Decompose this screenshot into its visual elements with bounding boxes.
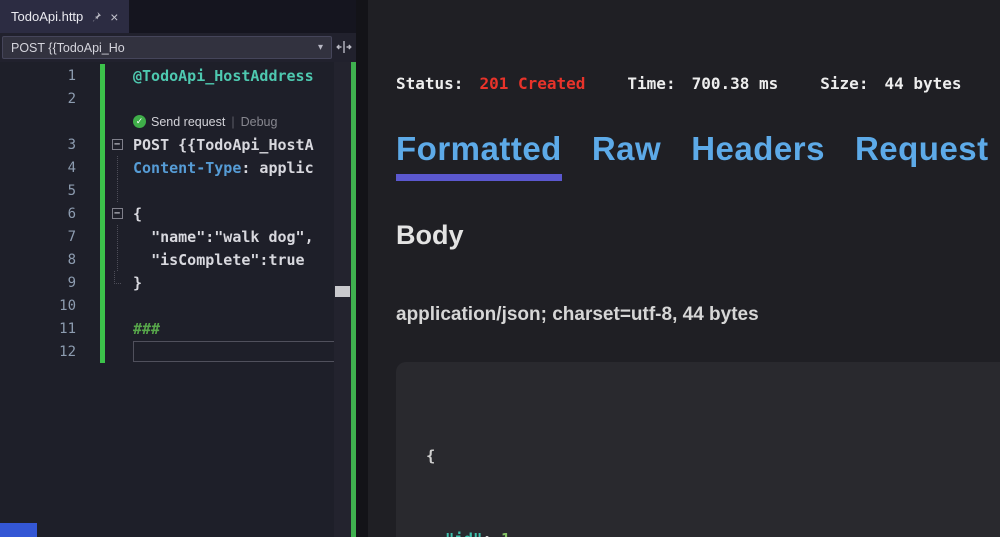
- editor-line: 5: [0, 179, 334, 202]
- chevron-down-icon: ▾: [318, 42, 323, 53]
- vs-window: TodoApi.http × POST {{TodoApi_Ho ▾: [0, 0, 1000, 537]
- response-pane: Status: 201 Created Time: 700.38 ms Size…: [368, 0, 1000, 537]
- debug-link[interactable]: Debug: [241, 115, 278, 129]
- change-bar: [100, 225, 105, 248]
- adorn-separator: |: [231, 115, 234, 129]
- time-value: 700.38 ms: [692, 74, 779, 93]
- body-heading: Body: [396, 220, 464, 251]
- code-text: "isComplete":true: [151, 251, 305, 269]
- line-number: 2: [0, 91, 76, 107]
- current-line-box: [133, 341, 337, 362]
- editor-line: 3 − POST {{TodoApi_HostA: [0, 133, 334, 156]
- code-text: }: [133, 274, 142, 292]
- time-label: Time:: [627, 74, 675, 93]
- fold-margin: [107, 87, 127, 110]
- size-value: 44 bytes: [884, 74, 961, 93]
- change-bar: [100, 87, 105, 110]
- pin-icon[interactable]: [91, 11, 102, 22]
- line-number: 8: [0, 252, 76, 268]
- document-tabbar: TodoApi.http ×: [0, 0, 356, 33]
- change-bar: [100, 271, 105, 294]
- editor-line: 7 "name":"walk dog",: [0, 225, 334, 248]
- response-status-row: Status: 201 Created Time: 700.38 ms Size…: [396, 74, 1000, 93]
- send-request-adornment: ✓ Send request | Debug: [0, 110, 334, 133]
- json-line: "id": 1,: [426, 526, 1000, 537]
- line-number: 4: [0, 160, 76, 176]
- response-json-block: { "id": 1, "name": "walk dog", "isComple…: [396, 362, 1000, 537]
- change-bar: [100, 202, 105, 225]
- tab-raw[interactable]: Raw: [592, 130, 661, 181]
- editor-line: 1 @TodoApi_HostAddress: [0, 64, 334, 87]
- code-text: POST {{TodoApi_HostA: [133, 136, 314, 154]
- line-number: 7: [0, 229, 76, 245]
- fold-margin: [107, 64, 127, 87]
- change-bar: [100, 110, 105, 133]
- statusbar-corner: [0, 523, 37, 537]
- json-line: {: [426, 443, 1000, 471]
- line-number: 11: [0, 321, 76, 337]
- code-text: : applic: [241, 159, 313, 177]
- tab-formatted[interactable]: Formatted: [396, 130, 562, 181]
- editor-split-icon[interactable]: [336, 39, 352, 60]
- editor-scrollbar[interactable]: [334, 62, 356, 537]
- editor-line: 4 Content-Type: applic: [0, 156, 334, 179]
- line-number: 9: [0, 275, 76, 291]
- fold-margin: [107, 110, 127, 133]
- tab-request[interactable]: Request: [855, 130, 989, 181]
- code-text: Content-Type: [133, 159, 241, 177]
- tab-headers[interactable]: Headers: [691, 130, 825, 181]
- line-number: 3: [0, 137, 76, 153]
- code-text: "name":"walk dog",: [151, 228, 314, 246]
- close-icon[interactable]: ×: [110, 10, 118, 24]
- fold-collapse-icon[interactable]: −: [112, 139, 123, 150]
- editor-line: 2: [0, 87, 334, 110]
- line-number: 10: [0, 298, 76, 314]
- status-label: Status:: [396, 74, 463, 93]
- scrollbar-thumb[interactable]: [335, 286, 350, 297]
- editor-line: 9 }: [0, 271, 334, 294]
- change-bar: [100, 294, 105, 317]
- content-type-text: application/json; charset=utf-8, 44 byte…: [396, 304, 759, 326]
- change-bar: [100, 340, 105, 363]
- editor-line: 6 − {: [0, 202, 334, 225]
- fold-guide-end: [114, 271, 121, 284]
- line-number: 12: [0, 344, 76, 360]
- change-bar: [100, 133, 105, 156]
- response-tabs: Formatted Raw Headers Request: [396, 130, 989, 181]
- size-label: Size:: [820, 74, 868, 93]
- change-bar: [100, 248, 105, 271]
- fold-collapse-icon[interactable]: −: [112, 208, 123, 219]
- request-method-value: POST {{TodoApi_Ho: [11, 41, 318, 55]
- editor-line: 12: [0, 340, 334, 363]
- editor-line: 11 ###: [0, 317, 334, 340]
- send-request-link[interactable]: Send request: [151, 115, 225, 129]
- line-number: 6: [0, 206, 76, 222]
- editor-line: 8 "isComplete":true: [0, 248, 334, 271]
- change-bar: [100, 317, 105, 340]
- code-text: @TodoApi_HostAddress: [133, 67, 314, 85]
- fold-guide: [117, 179, 118, 202]
- tab-todoapi-http[interactable]: TodoApi.http ×: [0, 0, 129, 33]
- fold-guide: [117, 248, 118, 271]
- line-number: 5: [0, 183, 76, 199]
- status-value: 201 Created: [479, 74, 585, 93]
- code-editor[interactable]: 1 @TodoApi_HostAddress 2 ✓ Send request …: [0, 64, 334, 363]
- change-bar: [100, 64, 105, 87]
- fold-guide: [117, 156, 118, 179]
- change-bar: [100, 156, 105, 179]
- check-icon: ✓: [133, 115, 146, 128]
- request-method-dropdown[interactable]: POST {{TodoApi_Ho ▾: [2, 36, 332, 59]
- editor-line: 10: [0, 294, 334, 317]
- editor-pane: TodoApi.http × POST {{TodoApi_Ho ▾: [0, 0, 356, 537]
- request-toolbar: POST {{TodoApi_Ho ▾: [0, 33, 356, 62]
- line-number: 1: [0, 68, 76, 84]
- tab-title: TodoApi.http: [11, 9, 83, 24]
- fold-guide: [117, 225, 118, 248]
- code-text: ###: [133, 320, 160, 338]
- change-bar: [100, 179, 105, 202]
- code-text: {: [133, 205, 142, 223]
- scroll-changes-overview: [351, 62, 356, 537]
